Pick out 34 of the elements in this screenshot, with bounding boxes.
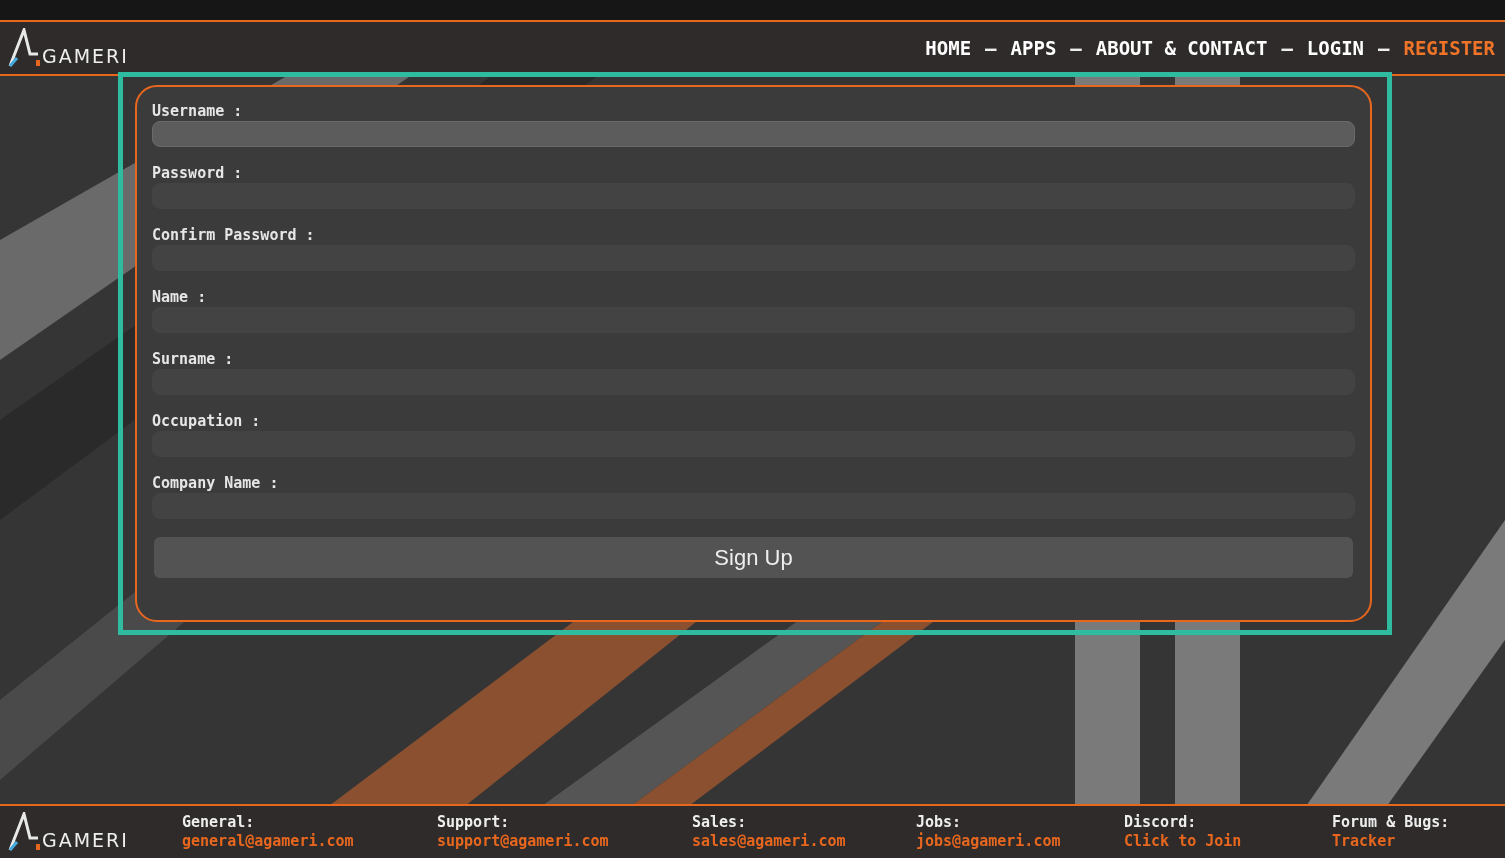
- text-field[interactable]: [152, 121, 1355, 147]
- contact-link[interactable]: support@agameri.com: [437, 832, 692, 851]
- nav-separator: –: [1378, 35, 1390, 61]
- logo-a-icon: [8, 28, 42, 68]
- nav-separator: –: [1281, 35, 1293, 61]
- contact-link[interactable]: Click to Join: [1124, 832, 1332, 851]
- field-label: Surname :: [152, 349, 235, 369]
- nav-separator: –: [985, 35, 997, 61]
- field-label: Company Name :: [152, 473, 280, 493]
- contact-label: Sales:: [692, 813, 748, 832]
- nav-link[interactable]: REGISTER: [1403, 33, 1495, 63]
- nav-link[interactable]: LOGIN: [1306, 33, 1365, 63]
- field-label: Confirm Password :: [152, 225, 316, 245]
- contact-label: Jobs:: [916, 813, 963, 832]
- logo-text: GAMERI: [42, 831, 129, 850]
- nav-separator: –: [1070, 35, 1082, 61]
- nav-link[interactable]: APPS: [1010, 33, 1057, 63]
- contact-link[interactable]: Tracker: [1332, 832, 1492, 851]
- nav-link[interactable]: ABOUT & CONTACT: [1095, 33, 1268, 63]
- contact-label: Forum & Bugs:: [1332, 813, 1451, 832]
- contact-link[interactable]: jobs@agameri.com: [916, 832, 1124, 851]
- contact-link[interactable]: sales@agameri.com: [692, 832, 916, 851]
- contact-label: Discord:: [1124, 813, 1198, 832]
- contact-label: General:: [182, 813, 256, 832]
- field-label: Name :: [152, 287, 208, 307]
- sign-up-button[interactable]: Sign Up: [154, 537, 1353, 578]
- logo-a-icon: [8, 812, 42, 852]
- nav-link[interactable]: HOME: [925, 33, 972, 63]
- contact-link[interactable]: general@agameri.com: [182, 832, 437, 851]
- field-label: Password :: [152, 163, 244, 183]
- contact-label: Support:: [437, 813, 511, 832]
- field-label: Username :: [152, 101, 244, 121]
- logo-text: GAMERI: [42, 47, 129, 66]
- field-label: Occupation :: [152, 411, 262, 431]
